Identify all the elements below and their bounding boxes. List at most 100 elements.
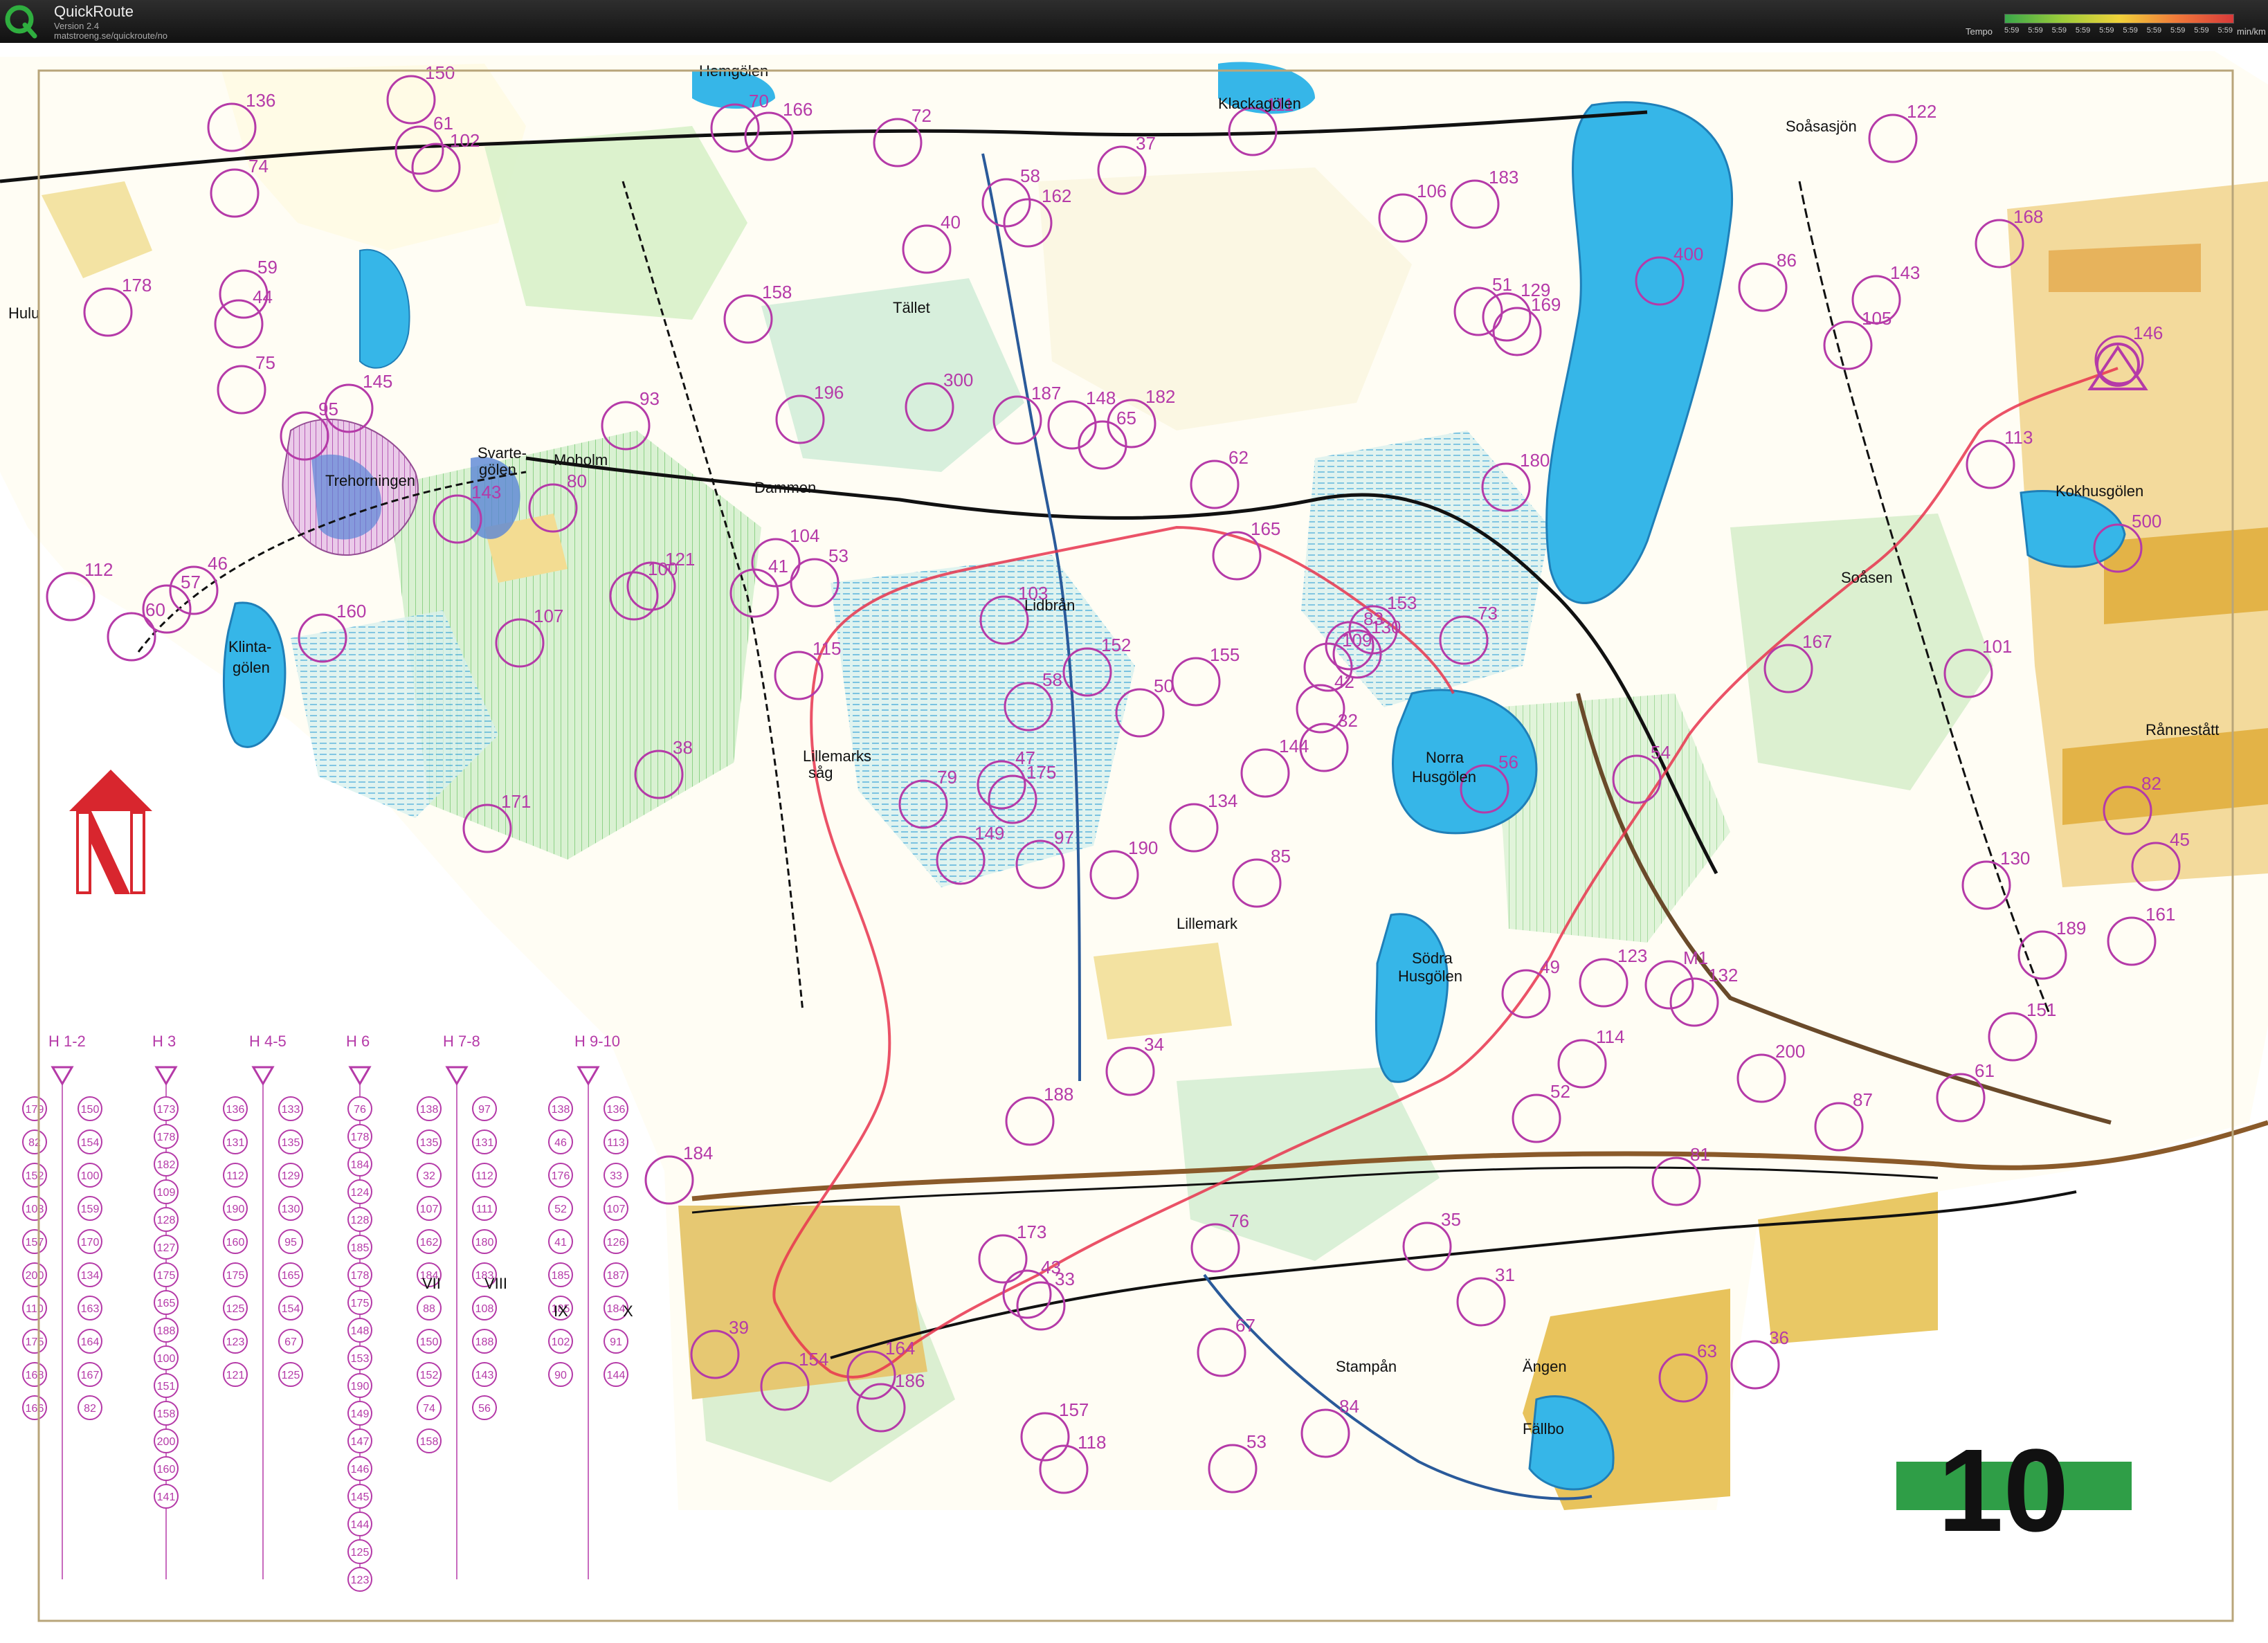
course-control-code: 127 xyxy=(157,1242,176,1254)
control-number: 97 xyxy=(1054,827,1074,848)
place-name-label: Ängen xyxy=(1523,1358,1567,1375)
place-name-label: Lillemarks xyxy=(803,747,871,765)
course-control-code: 97 xyxy=(478,1104,491,1116)
control-number: 166 xyxy=(783,99,813,120)
course-control-code: 90 xyxy=(554,1370,567,1381)
map-canvas[interactable]: 190 95 175 109 184 183 182 129 144 102 146 149 180 18… xyxy=(0,43,2268,1643)
control-number: 107 xyxy=(534,606,563,626)
orienteering-map[interactable]: 1909517510918418318212914410214614918018… xyxy=(0,43,2268,1643)
course-control-code: 129 xyxy=(282,1170,300,1182)
course-control-code: 150 xyxy=(420,1336,439,1348)
control-circle xyxy=(46,572,96,621)
control-number: 93 xyxy=(639,388,660,409)
course-control-code: 157 xyxy=(26,1237,44,1249)
control-number: 83 xyxy=(1363,608,1384,629)
control-number: 154 xyxy=(799,1349,828,1370)
course-control-code: 56 xyxy=(478,1403,491,1415)
control-number: 160 xyxy=(336,601,366,621)
control-number: 101 xyxy=(1982,636,2012,657)
tempo-ticks: 5:59 5:59 5:59 5:59 5:59 5:59 5:59 5:59 … xyxy=(2004,26,2233,35)
control-number: 114 xyxy=(1596,1026,1624,1047)
place-name-label: Husgölen xyxy=(1398,968,1462,985)
control-number: 190 xyxy=(1128,837,1158,858)
place-name-label: Södra xyxy=(1412,950,1453,967)
control-number: 45 xyxy=(2170,829,2190,850)
control-number: 70 xyxy=(749,91,769,111)
course-control-code: 165 xyxy=(157,1298,176,1309)
place-name-label: Lidbrån xyxy=(1024,597,1075,614)
tempo-tick: 5:59 xyxy=(2146,26,2162,35)
control-number: 87 xyxy=(1853,1089,1873,1110)
control-number: 53 xyxy=(1246,1431,1267,1452)
place-name-label: gölen xyxy=(233,659,270,676)
map-number: 10 xyxy=(1938,1425,2069,1556)
place-name-label: Stampån xyxy=(1336,1358,1397,1375)
course-control-code: 154 xyxy=(282,1303,300,1315)
control-number: 130 xyxy=(2000,848,2030,869)
control-number: 145 xyxy=(363,371,392,392)
control-number: 123 xyxy=(1617,945,1647,966)
place-name-label: Husgölen xyxy=(1412,768,1476,786)
control-number: 31 xyxy=(1495,1264,1515,1285)
control-number: 47 xyxy=(1015,747,1035,768)
control-number: 54 xyxy=(1651,742,1671,763)
control-number: 118 xyxy=(1078,1432,1106,1453)
place-name-label: Lillemark xyxy=(1177,915,1238,932)
control-number: 37 xyxy=(1136,133,1156,154)
course-control-code: 159 xyxy=(81,1204,100,1215)
place-name-label: Norra xyxy=(1426,749,1464,766)
course-header: H 9-10 xyxy=(574,1033,620,1050)
course-control-code: 178 xyxy=(157,1132,176,1143)
course-control-code: 138 xyxy=(552,1104,570,1116)
course-control-code: 111 xyxy=(476,1204,493,1215)
control-number: 161 xyxy=(2145,904,2175,925)
course-control-code: 32 xyxy=(423,1170,435,1182)
control-number: 38 xyxy=(673,737,693,758)
control-number: 178 xyxy=(122,275,152,296)
tempo-tick: 5:59 xyxy=(2004,26,2020,35)
course-control-code: 180 xyxy=(475,1237,494,1249)
course-control-code: 76 xyxy=(354,1104,366,1116)
control-number: 62 xyxy=(1228,447,1249,468)
control-number: 49 xyxy=(1540,956,1560,977)
place-name-label: Svarte- xyxy=(478,444,527,462)
control-number: 171 xyxy=(501,791,531,812)
place-name-label: Soåsen xyxy=(1841,569,1893,586)
course-variant-label: VII xyxy=(422,1275,441,1292)
course-control-code: 95 xyxy=(284,1237,297,1249)
course-control-code: 149 xyxy=(351,1408,370,1420)
course-variant-label: IX xyxy=(554,1302,568,1320)
course-header: H 1-2 xyxy=(48,1033,86,1050)
control-number: 76 xyxy=(1229,1210,1249,1231)
course-control-code: 41 xyxy=(554,1237,567,1249)
control-number: 155 xyxy=(1210,644,1240,665)
course-control-code: 131 xyxy=(226,1137,245,1149)
control-number: 143 xyxy=(1890,262,1920,283)
course-control-code: 168 xyxy=(26,1370,44,1381)
course-control-code: 52 xyxy=(554,1204,567,1215)
course-control-code: 158 xyxy=(420,1436,439,1448)
course-control-code: 178 xyxy=(351,1132,370,1143)
course-control-code: 160 xyxy=(157,1464,176,1476)
app-url: matstroeng.se/quickroute/no xyxy=(54,30,168,41)
control-number: 82 xyxy=(2141,773,2161,794)
control-number: 75 xyxy=(255,352,275,373)
place-name-label: Moholm xyxy=(554,451,608,469)
control-number: 84 xyxy=(1339,1396,1359,1417)
course-start-triangle xyxy=(154,1066,178,1086)
course-control-code: 102 xyxy=(552,1336,570,1348)
course-control-code: 123 xyxy=(226,1336,245,1348)
map-number-box: 10 xyxy=(1896,1425,2132,1556)
control-number: 53 xyxy=(828,545,849,566)
course-control-code: 146 xyxy=(351,1464,370,1476)
tempo-unit: min/km xyxy=(2237,26,2266,37)
control-number: 36 xyxy=(1769,1327,1789,1348)
course-control-code: 179 xyxy=(26,1104,44,1116)
control-number: 149 xyxy=(974,823,1004,844)
course-control-code: 178 xyxy=(351,1270,370,1282)
place-name-label: Dammen xyxy=(754,479,816,496)
control-number: 188 xyxy=(1044,1084,1073,1105)
place-name-label: Tället xyxy=(893,299,930,316)
course-control-code: 107 xyxy=(607,1204,626,1215)
course-variant-label: X xyxy=(623,1302,633,1320)
